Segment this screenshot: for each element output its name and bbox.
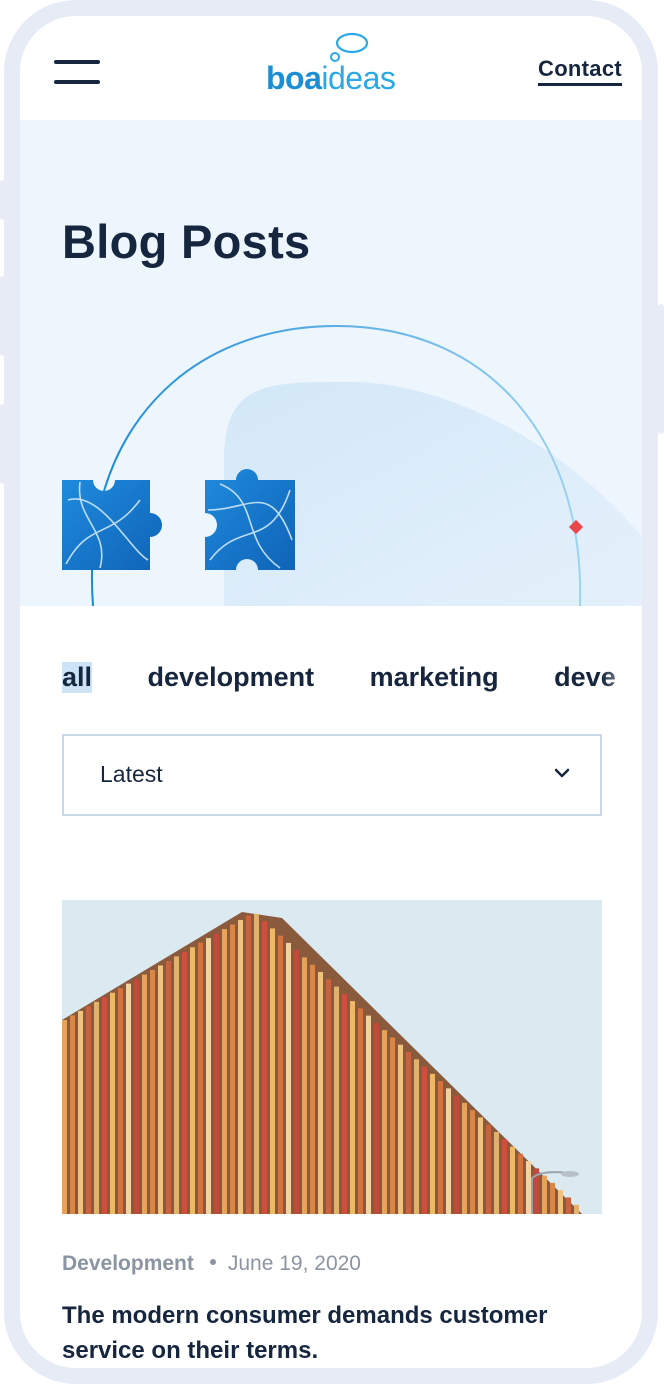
facade-fin [166,960,171,1214]
post-meta: Development June 19, 2020 [62,1252,361,1276]
post-date: June 19, 2020 [227,1252,361,1275]
facade-fin [486,1124,491,1214]
post-title[interactable]: The modern consumer demands customer ser… [62,1298,582,1368]
filter-marketing[interactable]: marketing [370,662,499,693]
facade-fin [278,935,283,1214]
facade-fin [214,933,219,1214]
facade-fin [302,957,307,1214]
filter-all[interactable]: all [62,662,93,693]
facade-fin [270,928,275,1214]
filter-development[interactable]: development [148,662,315,693]
facade-fin [542,1175,547,1214]
facade-fin [86,1006,91,1214]
facade-fin [526,1161,531,1214]
facade-fin [366,1015,371,1214]
facade-fin [78,1010,83,1214]
site-header: boaideas Contact [20,16,642,120]
facade-fin [102,997,107,1214]
facade-fin [230,924,235,1214]
facade-fin [222,929,227,1214]
logo[interactable]: boaideas [266,32,406,98]
facade-fin [454,1095,459,1214]
facade-fin [342,993,347,1214]
facade-fin [286,942,291,1214]
hero-section: Blog Posts [20,120,642,606]
facade-fin [334,986,339,1214]
sort-dropdown[interactable]: Latest [62,734,602,816]
facade-fin [374,1022,379,1214]
phone-side-button [658,304,664,434]
logo-wordmark: boaideas [266,60,396,97]
facade-fin [462,1102,467,1214]
facade-fin [134,979,139,1214]
facade-fin [510,1146,515,1214]
category-filters: all development marketing deve [62,662,642,693]
sort-selected-value: Latest [100,761,163,787]
post-category[interactable]: Development [62,1252,194,1275]
facade-fin [118,988,123,1214]
hero-illustration [62,324,642,606]
facade-fin [550,1182,555,1214]
logo-part-2: ideas [321,60,396,96]
facade-fin [350,1001,355,1214]
facade-fin [254,913,259,1214]
facade-fin [422,1066,427,1214]
facade-fin [94,1001,99,1214]
chevron-down-icon [554,768,570,778]
facade-fin [358,1008,363,1214]
post-image[interactable] [62,900,602,1214]
facade-fin [326,979,331,1214]
facade-fin [430,1073,435,1214]
filters-fade [602,656,642,706]
facade-fin [142,974,147,1214]
facade-fin [470,1110,475,1214]
facade-fin [182,951,187,1214]
contact-link[interactable]: Contact [538,56,622,86]
facade-fin [382,1030,387,1214]
puzzle-piece-left [62,480,162,570]
facade-fin [518,1153,523,1214]
meta-separator [209,1259,216,1266]
facade-fin [70,1015,75,1214]
facade-fin [190,947,195,1214]
facade-fin [246,915,251,1214]
facade-fin [110,992,115,1214]
facade-fin [566,1197,571,1214]
facade-fin [294,950,299,1214]
facade-fin [502,1139,507,1214]
building-facade-image [62,900,602,1214]
page-title: Blog Posts [62,215,311,268]
facade-fin [574,1204,579,1214]
facade-fin [446,1088,451,1214]
facade-fin [310,964,315,1214]
facade-fin [158,965,163,1214]
facade-fin [174,956,179,1214]
facade-fin [62,1020,67,1214]
facade-fin [558,1190,563,1214]
phone-frame: boaideas Contact Blog Posts all developm… [4,0,658,1384]
facade-fin [494,1132,499,1214]
screen: boaideas Contact Blog Posts all developm… [20,16,642,1368]
puzzle-piece-right [205,469,295,570]
facade-fin [238,919,243,1214]
facade-fin [390,1037,395,1214]
facade-fin [126,983,131,1214]
facade-fin [150,969,155,1214]
logo-part-1: boa [266,60,322,96]
facade-fin [438,1081,443,1214]
hamburger-menu-icon[interactable] [54,60,100,86]
facade-fin [206,938,211,1214]
facade-fin [406,1052,411,1214]
facade-fin [478,1117,483,1214]
facade-fin [398,1044,403,1214]
facade-fin [198,942,203,1214]
facade-fin [414,1059,419,1214]
facade-fin [318,972,323,1214]
facade-fin [262,921,267,1214]
